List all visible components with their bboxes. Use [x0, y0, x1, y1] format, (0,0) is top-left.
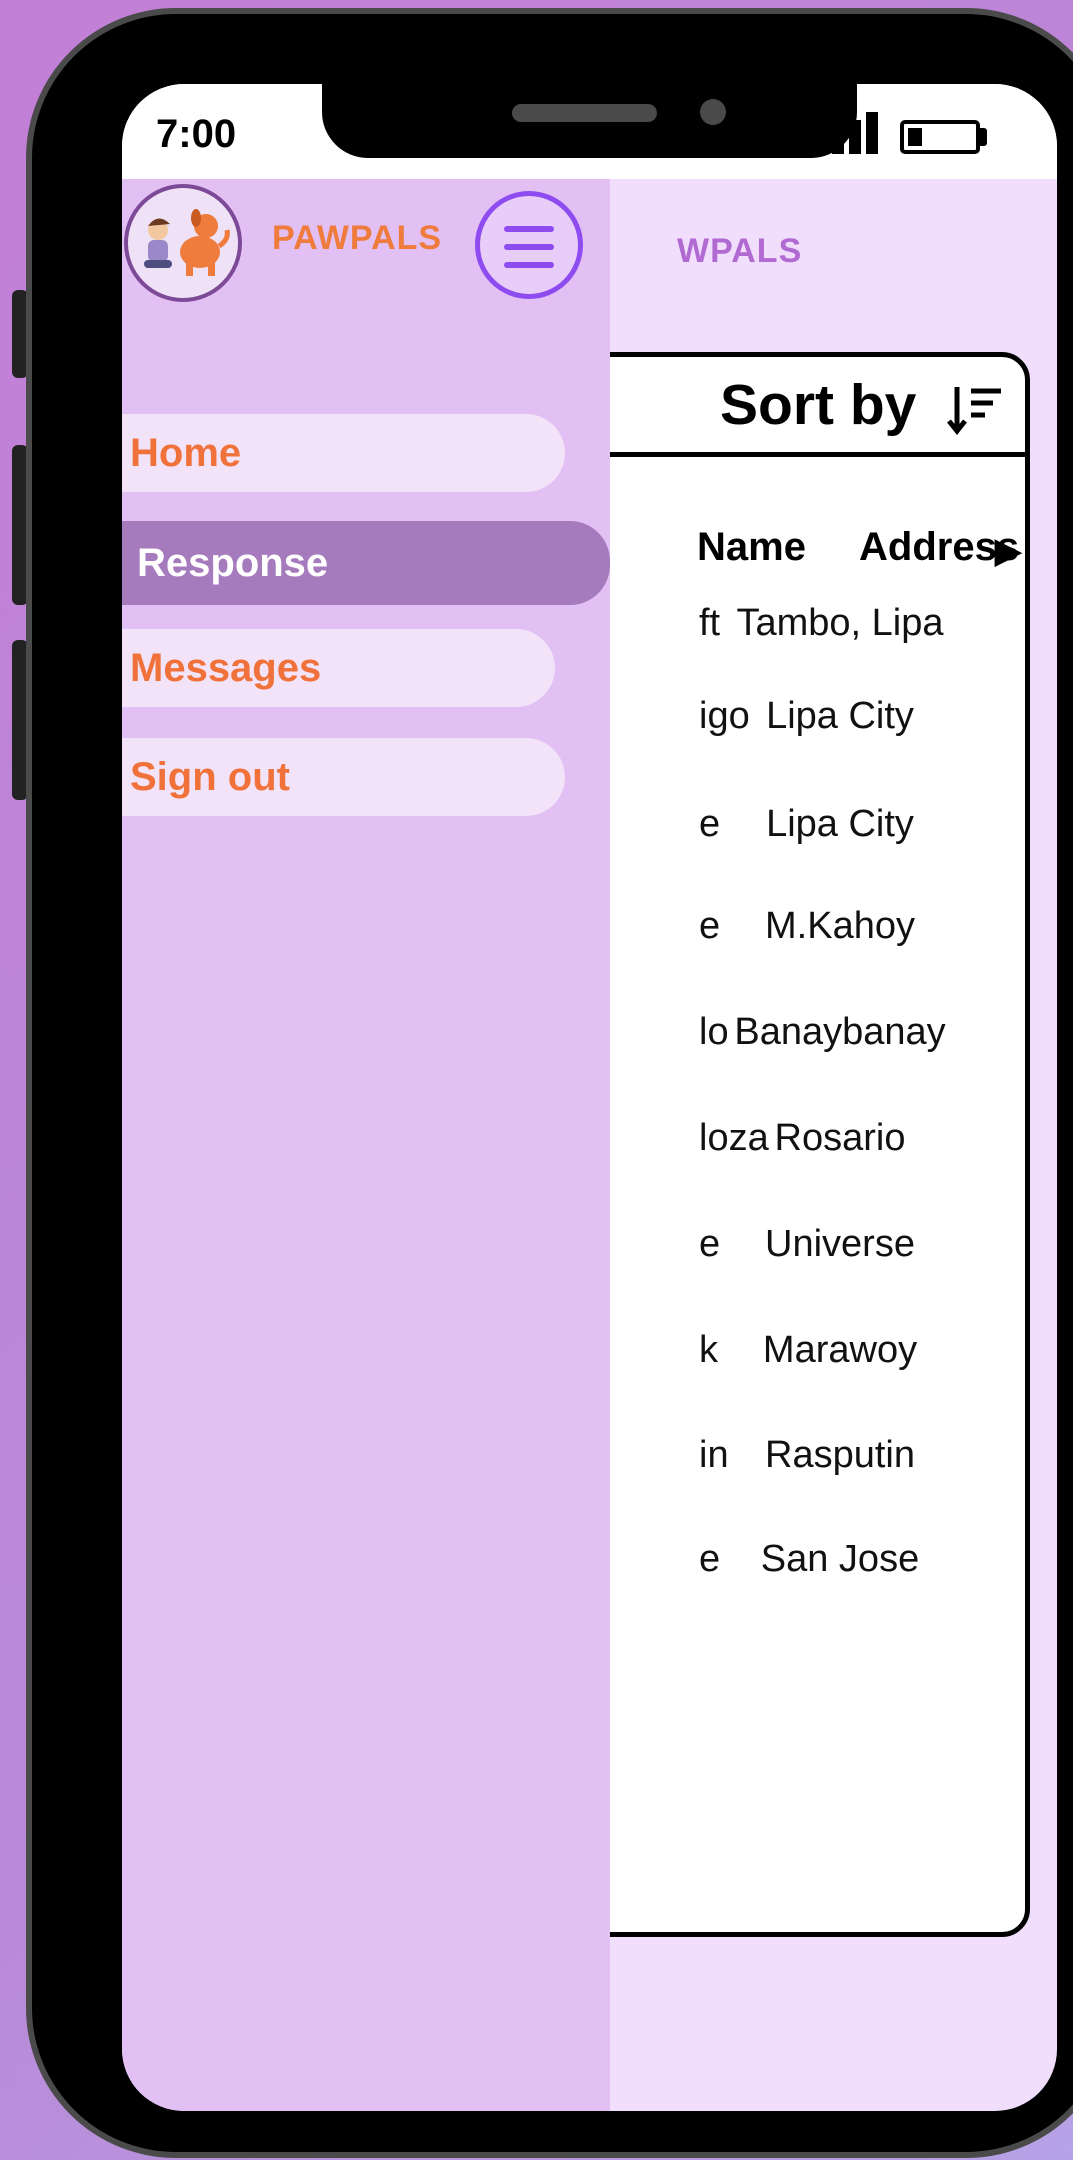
battery-icon [900, 120, 980, 154]
status-time: 7:00 [156, 112, 237, 156]
brand-title: PAWPALS [272, 219, 443, 257]
signal-icon [832, 112, 882, 154]
nav-item-messages[interactable]: Messages [122, 629, 555, 707]
row-address: Lipa City [766, 803, 914, 845]
table-row[interactable]: e Universe [547, 1223, 1025, 1273]
row-address: San Jose [760, 1538, 920, 1580]
row-address: Universe [765, 1223, 915, 1265]
notch [322, 84, 857, 158]
table-row[interactable]: loza Rosario [547, 1117, 1025, 1167]
nav-item-label: Sign out [130, 755, 290, 799]
sort-descending-icon[interactable] [947, 381, 1007, 437]
child-and-dog-logo [124, 184, 242, 302]
nav-item-home[interactable]: Home [122, 414, 565, 492]
table-row[interactable]: k Marawoy [547, 1329, 1025, 1379]
table-row[interactable]: e M.Kahoy [547, 905, 1025, 955]
row-address: Rosario [774, 1117, 906, 1159]
nav-item-label: Home [130, 431, 242, 475]
row-address: Rasputin [765, 1434, 915, 1476]
background-brand-title: WPALS [677, 232, 803, 270]
nav-item-label: Response [137, 541, 329, 585]
nav-item-response[interactable]: Response [122, 521, 610, 605]
table-row[interactable]: ft Tambo, Lipa [547, 602, 1025, 652]
row-address: Lipa City [766, 695, 914, 737]
row-address: Banaybanay [734, 1011, 946, 1053]
row-address: M.Kahoy [765, 905, 915, 947]
column-headers: Name Address ▶ [547, 525, 1025, 575]
table-row[interactable]: e San Jose [547, 1538, 1025, 1588]
responses-table: Sort by Name Address ▶ ft Tambo, Lipa ig… [542, 352, 1030, 1937]
column-name-header[interactable]: Name [697, 525, 806, 570]
scroll-right-arrow-icon[interactable]: ▶ [995, 531, 1021, 571]
front-camera [700, 99, 726, 125]
phone-screen: 7:00 WPALS Sort by Name Address ▶ ft Tam… [122, 84, 1057, 2111]
table-row[interactable]: igo Lipa City [547, 695, 1025, 745]
table-row[interactable]: in Rasputin [547, 1434, 1025, 1484]
nav-item-sign-out[interactable]: Sign out [122, 738, 565, 816]
sort-by-label[interactable]: Sort by [720, 372, 916, 438]
status-bar: 7:00 [122, 84, 1057, 179]
nav-item-label: Messages [130, 646, 322, 690]
row-address: Marawoy [762, 1329, 918, 1371]
table-row[interactable]: e Lipa City [547, 803, 1025, 853]
sort-header[interactable]: Sort by [547, 357, 1025, 457]
hamburger-icon[interactable] [475, 191, 583, 299]
speaker [512, 104, 657, 122]
table-row[interactable]: lo Banaybanay [547, 1011, 1025, 1061]
row-address: Tambo, Lipa [736, 602, 944, 644]
navigation-drawer: PAWPALS Home Response Messages Sign out [122, 179, 610, 2111]
phone-frame: 7:00 WPALS Sort by Name Address ▶ ft Tam… [26, 8, 1073, 2158]
battery-tip [980, 128, 987, 146]
logo-illustration [144, 209, 230, 276]
